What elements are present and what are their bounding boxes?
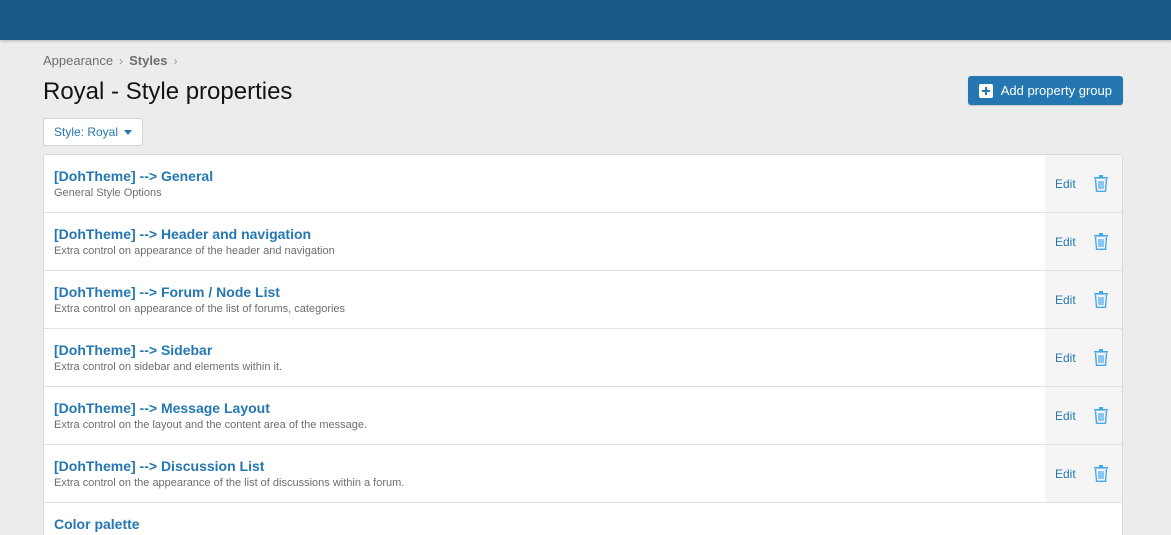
plus-square-icon (978, 83, 993, 98)
caret-down-icon (124, 129, 133, 135)
edit-link[interactable]: Edit (1055, 235, 1076, 249)
property-group-title[interactable]: [DohTheme] --> Forum / Node List (54, 283, 1035, 301)
trash-icon[interactable] (1093, 349, 1108, 366)
property-group-description: General Style Options (54, 187, 162, 199)
breadcrumb-appearance[interactable]: Appearance (43, 53, 113, 68)
trash-icon[interactable] (1093, 465, 1108, 482)
property-group-description: Extra control on sidebar and elements wi… (54, 361, 283, 373)
property-group-title[interactable]: [DohTheme] --> Header and navigation (54, 225, 1035, 243)
property-group-description: Extra control on the layout and the cont… (54, 419, 368, 431)
breadcrumb: Appearance › Styles › (43, 53, 183, 68)
top-header-bar (0, 0, 1171, 40)
property-group-title[interactable]: [DohTheme] --> Discussion List (54, 457, 1035, 475)
property-group-title[interactable]: [DohTheme] --> Message Layout (54, 399, 1035, 417)
list-item: [DohTheme] --> Message Layout Extra cont… (44, 387, 1122, 445)
list-item: [DohTheme] --> Discussion List Extra con… (44, 445, 1122, 503)
edit-link[interactable]: Edit (1055, 467, 1076, 481)
trash-icon[interactable] (1093, 407, 1108, 424)
property-group-title[interactable]: [DohTheme] --> General (54, 167, 1035, 185)
list-item: [DohTheme] --> Forum / Node List Extra c… (44, 271, 1122, 329)
list-item: Color palette (44, 503, 1122, 535)
property-group-description: Extra control on appearance of the list … (54, 303, 346, 315)
edit-link[interactable]: Edit (1055, 409, 1076, 423)
property-group-description: Extra control on the appearance of the l… (54, 477, 405, 489)
style-select-value: Style: Royal (54, 125, 119, 139)
add-property-group-button[interactable]: Add property group (967, 76, 1123, 105)
list-item: [DohTheme] --> Header and navigation Ext… (44, 213, 1122, 271)
property-group-title[interactable]: [DohTheme] --> Sidebar (54, 341, 1035, 359)
trash-icon[interactable] (1093, 291, 1108, 308)
trash-icon[interactable] (1093, 175, 1108, 192)
breadcrumb-styles[interactable]: Styles (129, 53, 167, 68)
list-item: [DohTheme] --> General General Style Opt… (44, 155, 1122, 213)
list-item: [DohTheme] --> Sidebar Extra control on … (44, 329, 1122, 387)
add-property-group-label: Add property group (1000, 83, 1112, 98)
trash-icon[interactable] (1093, 233, 1108, 250)
page-title: Royal - Style properties (43, 78, 293, 105)
style-select-dropdown[interactable]: Style: Royal (43, 118, 144, 146)
property-group-list: [DohTheme] --> General General Style Opt… (43, 154, 1123, 535)
breadcrumb-separator: › (173, 53, 178, 68)
property-group-description: Extra control on appearance of the heade… (54, 245, 335, 257)
edit-link[interactable]: Edit (1055, 177, 1076, 191)
property-group-title[interactable]: Color palette (54, 515, 1035, 533)
edit-link[interactable]: Edit (1055, 293, 1076, 307)
edit-link[interactable]: Edit (1055, 351, 1076, 365)
breadcrumb-separator: › (119, 53, 124, 68)
